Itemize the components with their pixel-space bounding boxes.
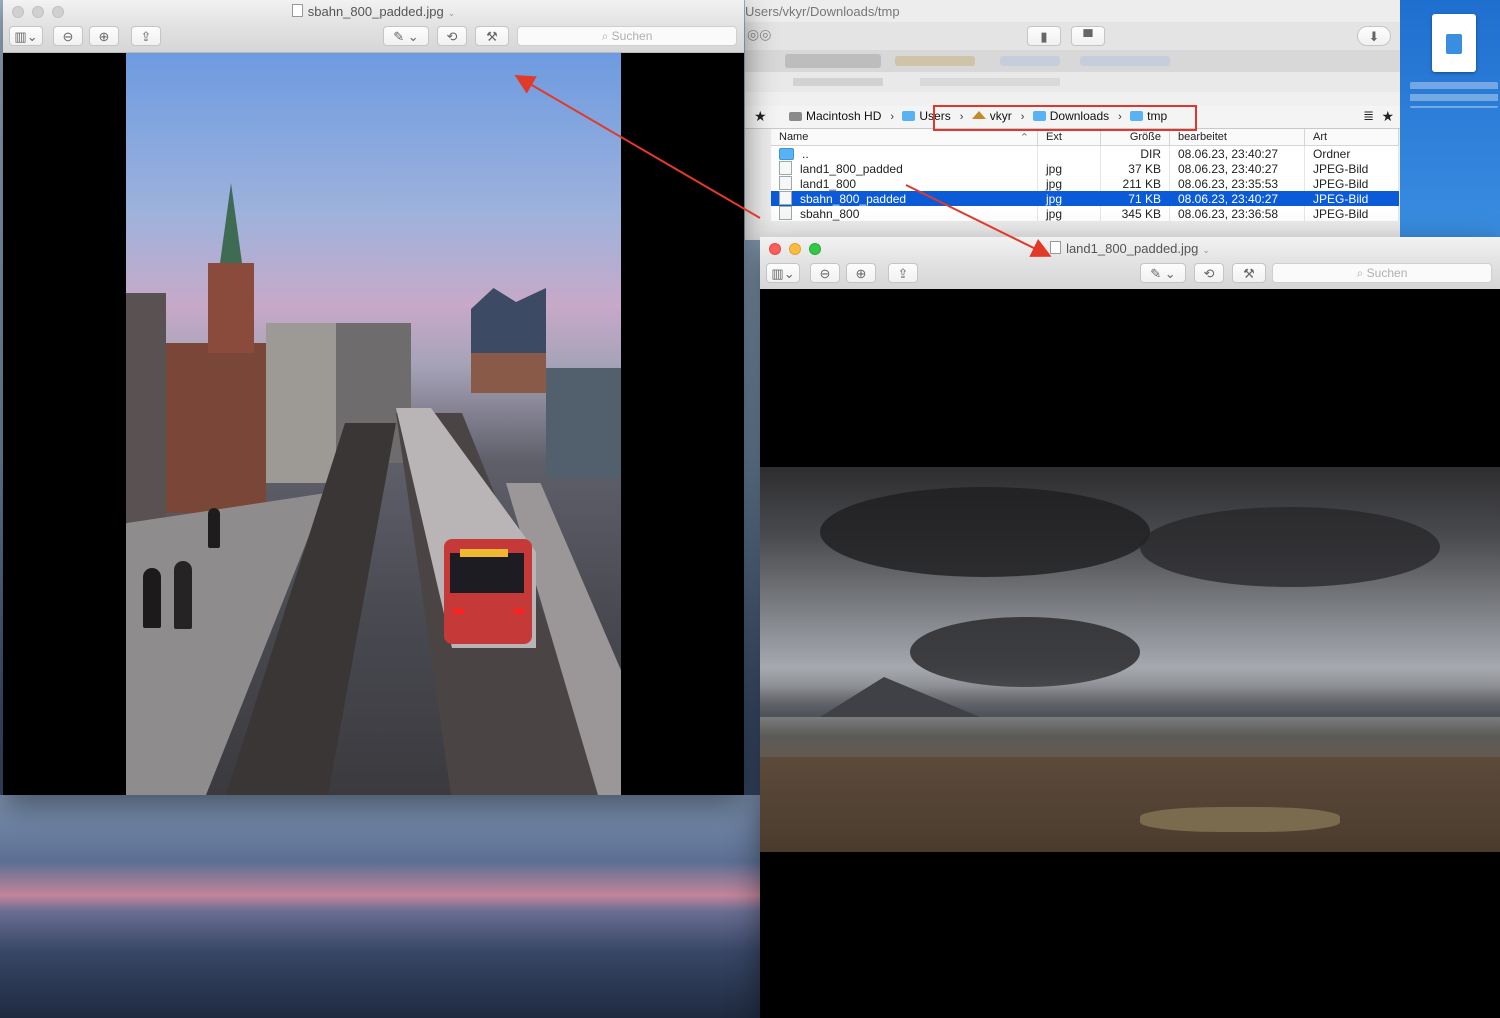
arrow-to-land1-window xyxy=(905,184,1052,257)
annotation-arrows xyxy=(514,74,1052,257)
arrow-to-sbahn-window xyxy=(514,74,761,219)
